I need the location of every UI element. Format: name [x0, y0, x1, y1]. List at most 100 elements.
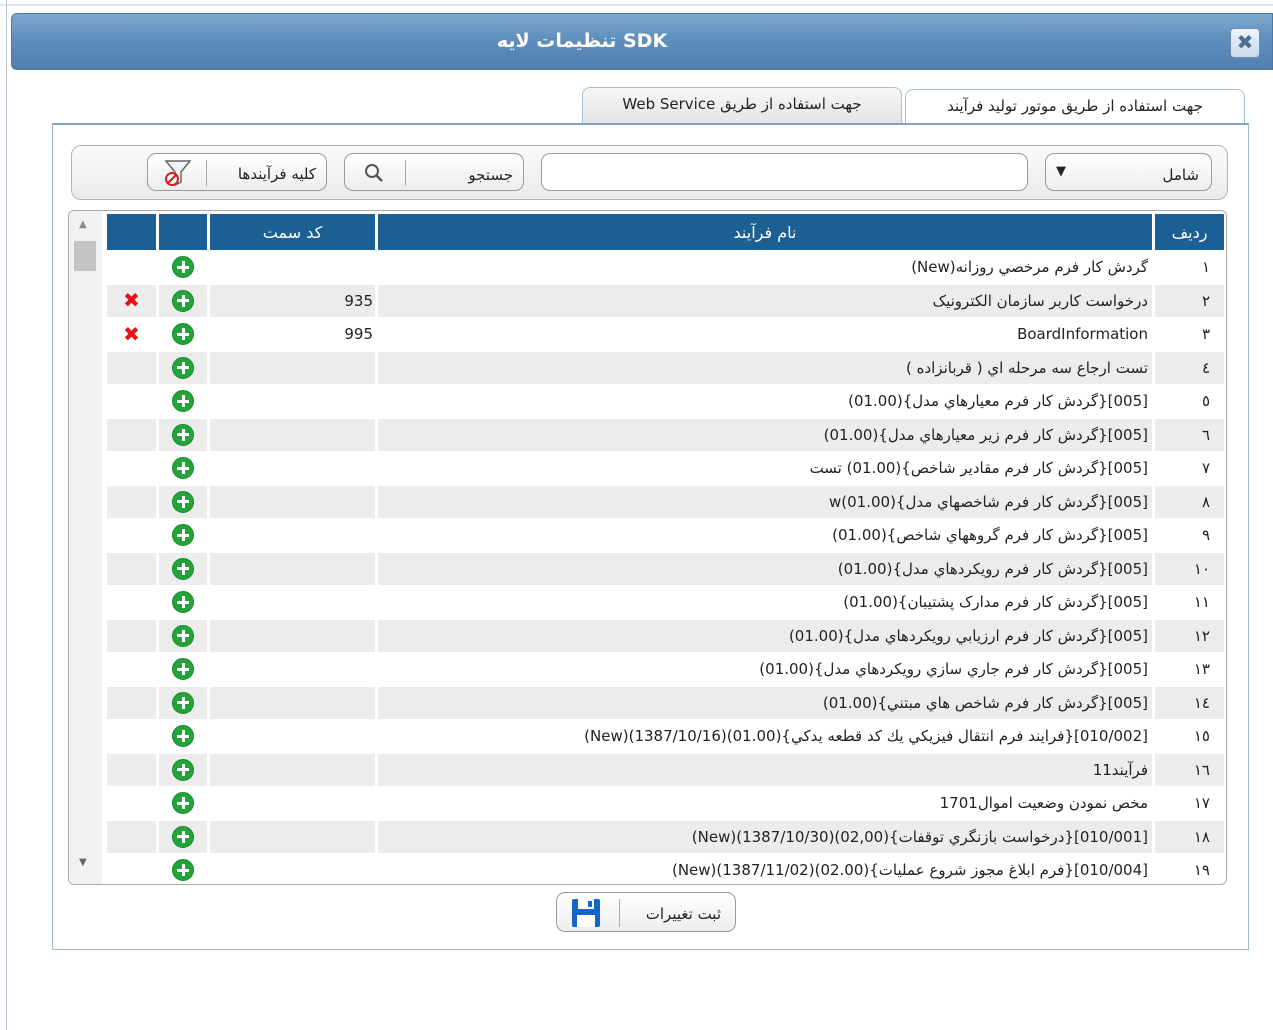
table-row[interactable]: ١٠ [005]{گردش كار فرم رويكردهاي مدل}(01.0… — [104, 551, 1224, 585]
table-row[interactable]: ٦ [005]{گردش كار فرم زير معيارهاي مدل}(01… — [104, 417, 1224, 451]
add-icon[interactable] — [172, 792, 194, 815]
add-icon[interactable] — [172, 691, 194, 714]
delete-cell — [104, 250, 156, 284]
tab-label: جهت استفاده از طریق موتور تولید فرآیند — [947, 97, 1203, 115]
table-row[interactable]: ١٢ [005]{گردش كار فرم ارزيابي رويكردهاي م… — [104, 618, 1224, 652]
button-divider — [405, 160, 406, 186]
search-input[interactable] — [541, 153, 1028, 191]
scroll-thumb[interactable] — [74, 241, 96, 271]
table-row[interactable]: ٩ [005]{گردش كار فرم گروههاي شاخص}(01.00) — [104, 518, 1224, 552]
position-code-cell — [207, 384, 375, 418]
position-code-cell — [207, 719, 375, 753]
delete-cell — [104, 819, 156, 853]
add-cell — [156, 250, 207, 284]
table-row[interactable]: ٤ تست ارجاع سه مرحله اي ( قربانزاده ) — [104, 350, 1224, 384]
table-row[interactable]: ٥ [005]{گردش كار فرم معيارهاي مدل}(01.00) — [104, 384, 1224, 418]
process-name-cell: درخواست كاربر سازمان الكترونيک — [375, 283, 1152, 317]
add-icon[interactable] — [172, 323, 194, 346]
scroll-down-arrow-icon[interactable]: ▼ — [79, 857, 87, 868]
add-icon[interactable] — [172, 557, 194, 580]
position-code-cell — [207, 417, 375, 451]
column-header-position-code: کد سمت — [207, 214, 375, 250]
search-button[interactable]: جستجو — [344, 153, 524, 191]
table-header-row: ردیف نام فرآیند کد سمت — [104, 214, 1224, 250]
row-number-cell: ١٦ — [1152, 752, 1224, 786]
table-row[interactable]: ٧ [005]{گردش كار فرم مقادير شاخص}(01.00) … — [104, 451, 1224, 485]
row-number-cell: ٢ — [1152, 283, 1224, 317]
process-name-cell: [005]{گردش كار فرم مقادير شاخص}(01.00) ت… — [375, 451, 1152, 485]
row-number-cell: ٩ — [1152, 518, 1224, 552]
add-cell — [156, 451, 207, 485]
table-row[interactable]: ١٧ مخص نمودن وضعيت اموال1701 — [104, 786, 1224, 820]
delete-cell — [104, 786, 156, 820]
position-code-cell — [207, 518, 375, 552]
add-cell — [156, 585, 207, 619]
close-button[interactable]: ✖ — [1230, 28, 1260, 58]
process-name-cell: [005]{گردش كار فرم شاخصهاي مدل}(01.00)w — [375, 484, 1152, 518]
process-name-cell: مخص نمودن وضعيت اموال1701 — [375, 786, 1152, 820]
position-code-cell: 995 — [207, 317, 375, 351]
add-icon[interactable] — [172, 524, 194, 547]
delete-cell — [104, 551, 156, 585]
add-icon[interactable] — [172, 289, 194, 312]
delete-cell — [104, 618, 156, 652]
table-row[interactable]: ١٣ [005]{گردش كار فرم جاري سازي رويكردهاي… — [104, 652, 1224, 686]
all-processes-button[interactable]: کلیه فرآیندها — [147, 153, 327, 191]
add-icon[interactable] — [172, 356, 194, 379]
position-code-cell: 935 — [207, 283, 375, 317]
position-code-cell — [207, 484, 375, 518]
process-name-cell: [005]{گردش كار فرم معيارهاي مدل}(01.00) — [375, 384, 1152, 418]
add-cell — [156, 518, 207, 552]
add-icon[interactable] — [172, 390, 194, 413]
position-code-cell — [207, 618, 375, 652]
position-code-cell — [207, 551, 375, 585]
add-cell — [156, 652, 207, 686]
process-table: ردیف نام فرآیند کد سمت ١ گردش کار فرم مرخ… — [104, 214, 1224, 884]
table-row[interactable]: ٣ BoardInformation 995 ✖ — [104, 317, 1224, 351]
add-icon[interactable] — [172, 457, 194, 480]
table-row[interactable]: ٨ [005]{گردش كار فرم شاخصهاي مدل}(01.00)w — [104, 484, 1224, 518]
row-number-cell: ١٢ — [1152, 618, 1224, 652]
save-changes-button[interactable]: ثبت تغییرات — [556, 892, 736, 932]
position-code-cell — [207, 752, 375, 786]
tab-label: جهت استفاده از طریق Web Service — [622, 95, 862, 113]
add-icon[interactable] — [172, 825, 194, 848]
add-icon[interactable] — [172, 859, 194, 882]
delete-cell — [104, 451, 156, 485]
chevron-down-icon: ▼ — [1056, 164, 1066, 179]
add-icon[interactable] — [172, 256, 194, 279]
add-icon[interactable] — [172, 758, 194, 781]
delete-icon[interactable]: ✖ — [123, 288, 140, 312]
table-row[interactable]: ١٩ [010/004]{فرم ابلاغ مجوز شروع عمليات}(… — [104, 853, 1224, 884]
search-icon — [365, 164, 383, 182]
add-icon[interactable] — [172, 591, 194, 614]
table-row[interactable]: ١٥ [010/002]{فرايند فرم انتقال فيزيكي يك … — [104, 719, 1224, 753]
process-name-cell: گردش کار فرم مرخصي روزانه(New) — [375, 250, 1152, 284]
position-code-cell — [207, 652, 375, 686]
vertical-scrollbar[interactable]: ▲ ▼ — [69, 211, 102, 884]
table-row[interactable]: ٢ درخواست كاربر سازمان الكترونيک 935 ✖ — [104, 283, 1224, 317]
delete-icon[interactable]: ✖ — [123, 322, 140, 346]
table-row[interactable]: ١ گردش کار فرم مرخصي روزانه(New) — [104, 250, 1224, 284]
table-row[interactable]: ١١ [005]{گردش كار فرم مدارک پشتيبان}(01.0… — [104, 585, 1224, 619]
add-cell — [156, 551, 207, 585]
add-icon[interactable] — [172, 423, 194, 446]
delete-cell — [104, 685, 156, 719]
add-cell — [156, 283, 207, 317]
scroll-up-arrow-icon[interactable]: ▲ — [79, 219, 87, 230]
search-button-label: جستجو — [468, 166, 513, 184]
delete-cell — [104, 384, 156, 418]
tab-web-service[interactable]: جهت استفاده از طریق Web Service — [582, 87, 902, 125]
delete-cell: ✖ — [104, 317, 156, 351]
add-icon[interactable] — [172, 624, 194, 647]
filter-mode-select[interactable]: شامل ▼ — [1045, 153, 1212, 191]
table-row[interactable]: ١٦ فرآیند11 — [104, 752, 1224, 786]
tab-process-engine[interactable]: جهت استفاده از طریق موتور تولید فرآیند — [905, 89, 1245, 123]
row-number-cell: ٨ — [1152, 484, 1224, 518]
add-icon[interactable] — [172, 490, 194, 513]
add-icon[interactable] — [172, 658, 194, 681]
table-row[interactable]: ١٤ [005]{گردش كار فرم شاخص هاي مبتني}(01.… — [104, 685, 1224, 719]
table-row[interactable]: ١٨ [010/001]{درخواست بازنگري توقفات}(02,0… — [104, 819, 1224, 853]
add-icon[interactable] — [172, 725, 194, 748]
process-name-cell: [005]{گردش كار فرم گروههاي شاخص}(01.00) — [375, 518, 1152, 552]
